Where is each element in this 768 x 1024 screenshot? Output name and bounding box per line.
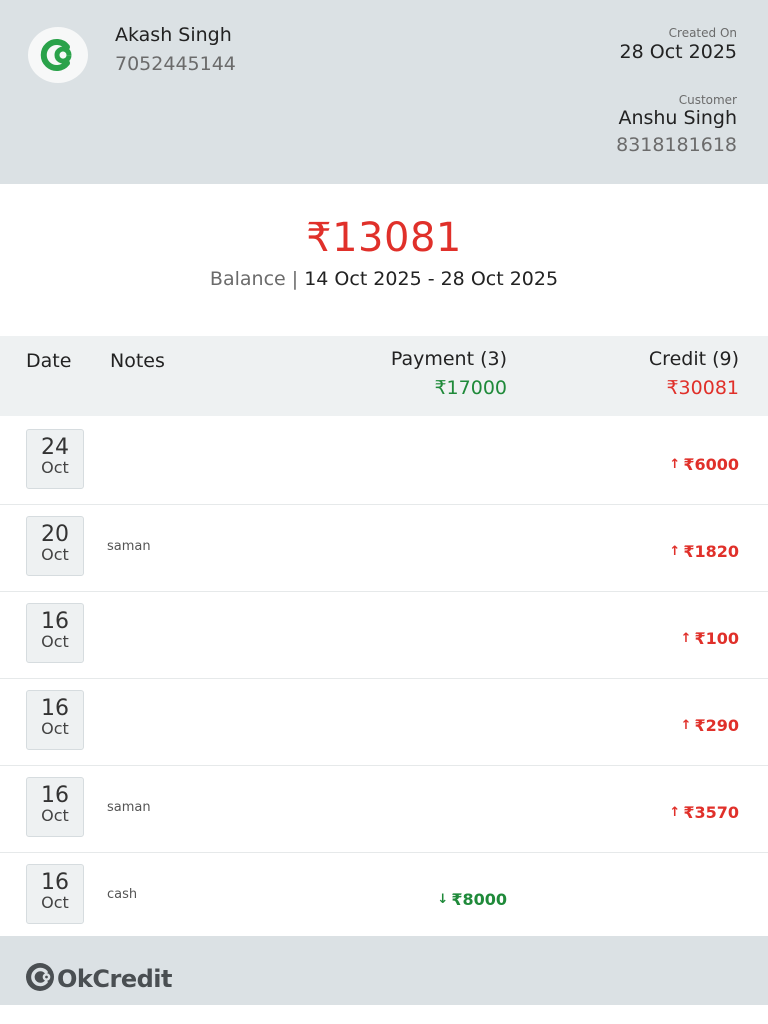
- date-month: Oct: [41, 458, 69, 477]
- amount-value: ₹1820: [683, 542, 739, 561]
- date-day: 16: [41, 870, 69, 895]
- customer-name: Anshu Singh: [618, 107, 737, 129]
- row-note: saman: [107, 539, 151, 554]
- date-day: 16: [41, 696, 69, 721]
- balance-label: Balance: [209, 268, 286, 290]
- report-header: Akash Singh 7052445144 Created On 28 Oct…: [0, 0, 768, 184]
- balance-summary: Balance | 14 Oct 2025 - 28 Oct 2025: [0, 268, 768, 290]
- date-badge: 24 Oct: [26, 429, 84, 489]
- date-month: Oct: [41, 806, 69, 825]
- balance-separator: |: [291, 268, 299, 290]
- column-header-payment: Payment (3): [390, 348, 507, 370]
- date-month: Oct: [41, 719, 69, 738]
- table-row: 16 Oct cash ↓ ₹8000: [0, 852, 768, 939]
- table-row: 20 Oct saman ↑ ₹1820: [0, 504, 768, 592]
- balance-date-range: 14 Oct 2025 - 28 Oct 2025: [304, 268, 559, 290]
- row-note: cash: [107, 887, 138, 902]
- credit-amount: ↑ ₹1820: [669, 542, 739, 561]
- row-note: saman: [107, 800, 151, 815]
- arrow-up-icon: ↑: [680, 718, 692, 733]
- created-on-date: 28 Oct 2025: [619, 41, 737, 63]
- date-month: Oct: [41, 545, 69, 564]
- column-header-date: Date: [26, 350, 72, 372]
- arrow-up-icon: ↑: [669, 805, 681, 820]
- payment-total: ₹17000: [434, 377, 507, 399]
- balance-amount: ₹13081: [306, 215, 462, 261]
- date-badge: 16 Oct: [26, 777, 84, 837]
- date-badge: 16 Oct: [26, 690, 84, 750]
- table-row: 16 Oct saman ↑ ₹3570: [0, 765, 768, 853]
- customer-label: Customer: [678, 93, 737, 107]
- credit-total: ₹30081: [666, 377, 739, 399]
- table-row: 24 Oct ↑ ₹6000: [0, 417, 768, 505]
- credit-amount: ↑ ₹3570: [669, 803, 739, 822]
- amount-value: ₹8000: [451, 890, 507, 909]
- column-header-credit: Credit (9): [648, 348, 739, 370]
- created-on-label: Created On: [668, 26, 737, 40]
- arrow-up-icon: ↑: [669, 544, 681, 559]
- amount-value: ₹6000: [683, 455, 739, 474]
- date-month: Oct: [41, 632, 69, 651]
- okcredit-mark-icon: [25, 962, 55, 996]
- amount-value: ₹3570: [683, 803, 739, 822]
- arrow-up-icon: ↑: [680, 631, 692, 646]
- date-day: 24: [41, 435, 69, 460]
- date-badge: 16 Oct: [26, 864, 84, 924]
- okcredit-logo-icon: [28, 27, 88, 83]
- credit-amount: ↑ ₹290: [681, 716, 739, 735]
- amount-value: ₹100: [694, 629, 739, 648]
- credit-amount: ↑ ₹6000: [669, 455, 739, 474]
- amount-value: ₹290: [694, 716, 739, 735]
- payment-amount: ↓ ₹8000: [437, 890, 507, 909]
- column-header-notes: Notes: [110, 350, 165, 372]
- table-row: 16 Oct ↑ ₹290: [0, 678, 768, 766]
- arrow-up-icon: ↑: [669, 457, 681, 472]
- footer-brand-name: OkCredit: [57, 965, 172, 993]
- table-row: 16 Oct ↑ ₹100: [0, 591, 768, 679]
- customer-phone: 8318181618: [616, 134, 737, 156]
- date-day: 16: [41, 609, 69, 634]
- date-month: Oct: [41, 893, 69, 912]
- date-day: 16: [41, 783, 69, 808]
- date-badge: 20 Oct: [26, 516, 84, 576]
- footer-brand-logo: OkCredit: [25, 962, 172, 996]
- date-day: 20: [41, 522, 69, 547]
- arrow-down-icon: ↓: [437, 892, 449, 907]
- credit-amount: ↑ ₹100: [681, 629, 739, 648]
- owner-name: Akash Singh: [115, 24, 232, 46]
- owner-phone: 7052445144: [115, 53, 236, 75]
- date-badge: 16 Oct: [26, 603, 84, 663]
